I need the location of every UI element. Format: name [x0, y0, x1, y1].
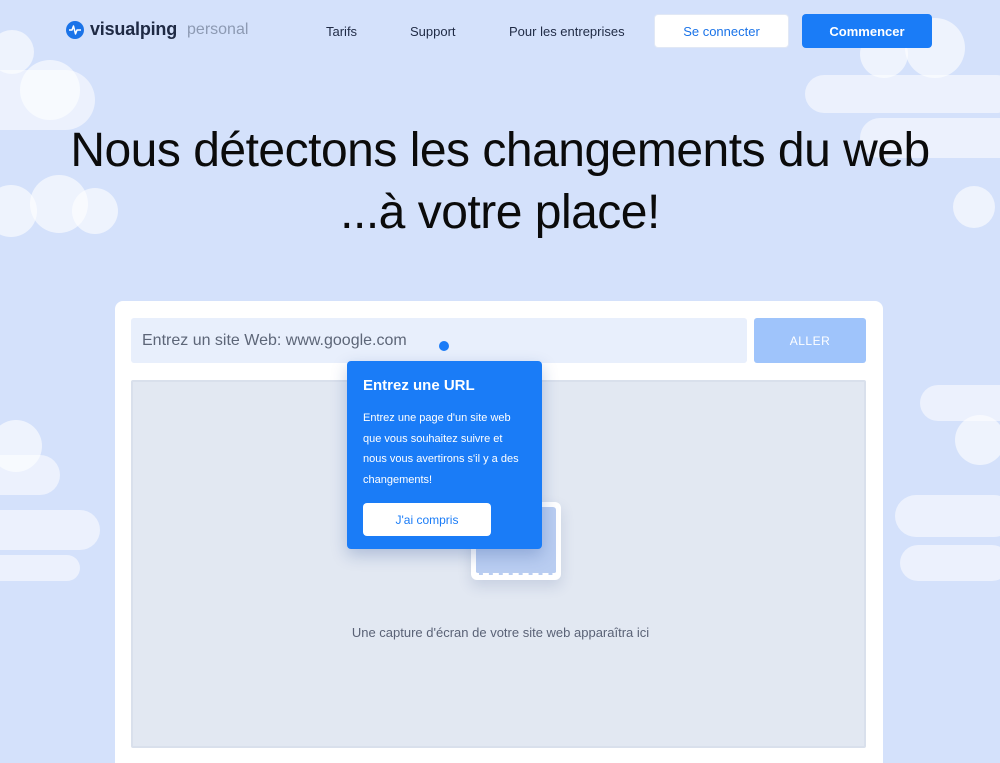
cloud-decoration	[0, 555, 80, 581]
tooltip-beacon-icon[interactable]	[439, 341, 449, 351]
hero-title-line2: ...à votre place!	[340, 186, 660, 239]
preview-caption: Une capture d'écran de votre site web ap…	[351, 625, 650, 640]
tooltip-body: Entrez une page d'un site web que vous s…	[363, 412, 519, 486]
cloud-decoration	[955, 415, 1000, 465]
nav-link-pricing[interactable]: Tarifs	[326, 24, 357, 39]
page: visualping personal Tarifs Support Pour …	[0, 0, 1000, 763]
url-input[interactable]	[131, 318, 747, 363]
top-nav: visualping personal Tarifs Support Pour …	[0, 0, 1000, 62]
brand-plan: personal	[187, 20, 249, 38]
cloud-decoration	[895, 495, 1000, 537]
get-started-button[interactable]: Commencer	[802, 14, 932, 48]
brand-name: visualping	[90, 19, 178, 39]
cloud-decoration	[0, 510, 100, 550]
pulse-logo-icon	[66, 20, 84, 39]
onboarding-tooltip: Entrez une URL Entrez une page d'un site…	[347, 361, 542, 549]
tooltip-got-it-button[interactable]: J'ai compris	[363, 503, 491, 536]
tooltip-title: Entrez une URL	[363, 377, 475, 394]
hero-title: Nous détectons les changements du web ..…	[0, 120, 1000, 244]
hero-title-line1: Nous détectons les changements du web	[70, 124, 930, 177]
cloud-decoration	[805, 75, 1000, 113]
nav-link-business[interactable]: Pour les entreprises	[509, 24, 625, 39]
cloud-decoration	[0, 455, 60, 495]
brand-logo[interactable]: visualping personal	[66, 19, 248, 40]
go-button[interactable]: ALLER	[754, 318, 866, 363]
cloud-decoration	[900, 545, 1000, 581]
login-button[interactable]: Se connecter	[654, 14, 789, 48]
nav-link-support[interactable]: Support	[410, 24, 456, 39]
